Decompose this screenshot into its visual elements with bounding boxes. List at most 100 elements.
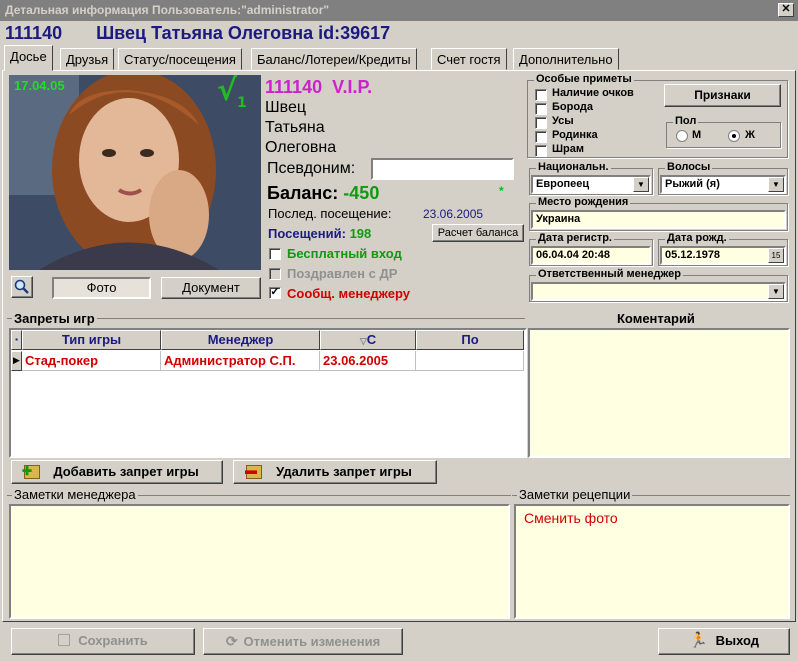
calc-balance-button[interactable]: Расчет баланса bbox=[432, 224, 524, 242]
scar-label: Шрам bbox=[552, 143, 585, 155]
birthplace-input[interactable]: Украина bbox=[531, 210, 786, 229]
balance: Баланс: -450 bbox=[267, 183, 379, 204]
table-cell-to[interactable] bbox=[416, 351, 524, 371]
visits: Посещений: 198 bbox=[268, 226, 371, 241]
remove-ban-button[interactable]: ▬ Удалить запрет игры bbox=[233, 460, 437, 484]
manager-notes-area[interactable] bbox=[9, 504, 510, 619]
last-name: Швец bbox=[265, 99, 307, 116]
reg-date-label: Дата регистр. bbox=[536, 232, 614, 244]
calendar-icon[interactable]: 15 bbox=[768, 248, 784, 263]
window-title: Детальная информация Пользователь:"admin… bbox=[5, 3, 330, 17]
add-ban-button[interactable]: ✚ Добавить запрет игры bbox=[11, 460, 223, 484]
visits-label: Посещений: bbox=[268, 226, 346, 241]
visits-value: 198 bbox=[349, 226, 372, 241]
first-name: Татьяна bbox=[265, 119, 325, 136]
free-entry-label: Бесплатный вход bbox=[287, 246, 402, 261]
check-icon: √1 bbox=[217, 75, 247, 111]
free-entry-checkbox[interactable] bbox=[269, 248, 281, 260]
table-corner[interactable]: ▪ bbox=[11, 330, 22, 350]
col-manager[interactable]: Менеджер bbox=[161, 330, 320, 350]
col-from[interactable]: ▽С bbox=[320, 330, 416, 350]
save-button[interactable]: Сохранить bbox=[11, 628, 195, 655]
manager-select[interactable]: ▼ bbox=[531, 282, 786, 301]
gender-female-label: Ж bbox=[745, 129, 755, 141]
notify-manager-checkbox[interactable]: ✓ bbox=[269, 287, 281, 299]
tab-status-visits[interactable]: Статус/посещения bbox=[118, 48, 242, 70]
row-indicator-icon: ▶ bbox=[11, 351, 22, 371]
col-to[interactable]: По bbox=[416, 330, 524, 350]
header-id: 111140 bbox=[5, 23, 63, 43]
comment-area[interactable] bbox=[528, 328, 790, 458]
hair-label: Волосы bbox=[665, 161, 713, 173]
close-button[interactable]: ✕ bbox=[778, 3, 794, 17]
reception-notes-title: Заметки рецепции bbox=[517, 487, 633, 502]
scar-checkbox[interactable] bbox=[535, 145, 547, 157]
birth-date-input[interactable]: 05.12.1978 15 bbox=[660, 246, 786, 265]
alias-label: Псевдоним: bbox=[267, 160, 356, 177]
tab-additional[interactable]: Дополнительно bbox=[513, 48, 619, 70]
balance-label: Баланс: bbox=[267, 183, 339, 203]
balance-value: -450 bbox=[343, 183, 380, 203]
magnifier-icon bbox=[14, 279, 29, 294]
exit-runner-icon: 🏃 bbox=[688, 632, 708, 649]
last-visit-label: Послед. посещение: bbox=[268, 206, 392, 221]
table-cell-from[interactable]: 23.06.2005 bbox=[320, 351, 416, 371]
photo-tab-button[interactable]: Фото bbox=[52, 277, 151, 299]
chevron-down-icon[interactable]: ▼ bbox=[768, 284, 784, 299]
exit-button[interactable]: 🏃 Выход bbox=[658, 628, 790, 655]
title-bar: Детальная информация Пользователь:"admin… bbox=[0, 0, 798, 21]
last-visit-value: 23.06.2005 bbox=[423, 207, 484, 221]
patronymic: Олеговна bbox=[265, 139, 337, 156]
zoom-button[interactable] bbox=[11, 276, 33, 298]
chevron-down-icon[interactable]: ▼ bbox=[768, 177, 784, 192]
page-title: 111140 Швец Татьяна Олеговна id:39617 bbox=[5, 23, 390, 44]
beard-checkbox[interactable] bbox=[535, 103, 547, 115]
cancel-changes-button[interactable]: ⟳ Отменить изменения bbox=[203, 628, 403, 655]
guest-photo: 17.04.05 √1 bbox=[9, 75, 261, 270]
reception-notes-area[interactable]: Сменить фото bbox=[514, 504, 790, 619]
mole-checkbox[interactable] bbox=[535, 131, 547, 143]
table-cell-game[interactable]: Стад-покер bbox=[22, 351, 161, 371]
glasses-checkbox[interactable] bbox=[535, 89, 547, 101]
alias-input[interactable] bbox=[371, 158, 514, 180]
gender-male-radio[interactable] bbox=[676, 130, 688, 142]
photo-date: 17.04.05 bbox=[14, 78, 65, 93]
birthday-checkbox[interactable] bbox=[269, 268, 281, 280]
nationality-select[interactable]: Европеец ▼ bbox=[531, 175, 651, 194]
document-button[interactable]: Документ bbox=[161, 277, 261, 299]
hair-select[interactable]: Рыжий (я) ▼ bbox=[660, 175, 786, 194]
tab-dossier[interactable]: Досье bbox=[4, 45, 53, 71]
undo-icon: ⟳ bbox=[225, 633, 238, 649]
tab-friends[interactable]: Друзья bbox=[60, 48, 115, 70]
mustache-checkbox[interactable] bbox=[535, 117, 547, 129]
card-number: 111140 bbox=[265, 77, 323, 97]
bans-title: Запреты игр bbox=[12, 311, 97, 326]
reg-date-input[interactable]: 06.04.04 20:48 bbox=[531, 246, 651, 265]
notify-manager-label: Сообщ. менеджеру bbox=[287, 286, 410, 301]
nationality-label: Национальн. bbox=[536, 161, 611, 173]
disk-icon bbox=[58, 634, 71, 646]
tab-balance[interactable]: Баланс/Лотереи/Кредиты bbox=[251, 48, 417, 70]
table-cell-manager[interactable]: Администратор С.П. bbox=[161, 351, 320, 371]
col-game-type[interactable]: Тип игры bbox=[22, 330, 161, 350]
gender-male-label: М bbox=[692, 129, 702, 141]
chevron-down-icon[interactable]: ▼ bbox=[633, 177, 649, 192]
manager-label: Ответственный менеджер bbox=[536, 268, 684, 280]
beard-label: Борода bbox=[552, 101, 594, 113]
header-fullname: Швец Татьяна Олеговна id:39617 bbox=[96, 23, 391, 43]
mole-label: Родинка bbox=[552, 129, 598, 141]
features-button[interactable]: Признаки bbox=[664, 84, 781, 107]
add-folder-icon: ✚ bbox=[22, 464, 40, 479]
manager-notes-title: Заметки менеджера bbox=[12, 487, 138, 502]
gender-title: Пол bbox=[673, 115, 699, 127]
mustache-label: Усы bbox=[552, 115, 574, 127]
balance-star: * bbox=[499, 184, 504, 198]
birthday-label: Поздравлен с ДР bbox=[287, 266, 398, 281]
remove-folder-icon: ▬ bbox=[245, 463, 262, 479]
gender-female-radio[interactable] bbox=[728, 130, 740, 142]
card-status: 111140 V.I.P. bbox=[265, 77, 372, 98]
tab-guest-account[interactable]: Счет гостя bbox=[431, 48, 507, 70]
birth-date-label: Дата рожд. bbox=[665, 232, 729, 244]
vip-badge: V.I.P. bbox=[332, 77, 373, 97]
glasses-label: Наличие очков bbox=[552, 87, 634, 99]
